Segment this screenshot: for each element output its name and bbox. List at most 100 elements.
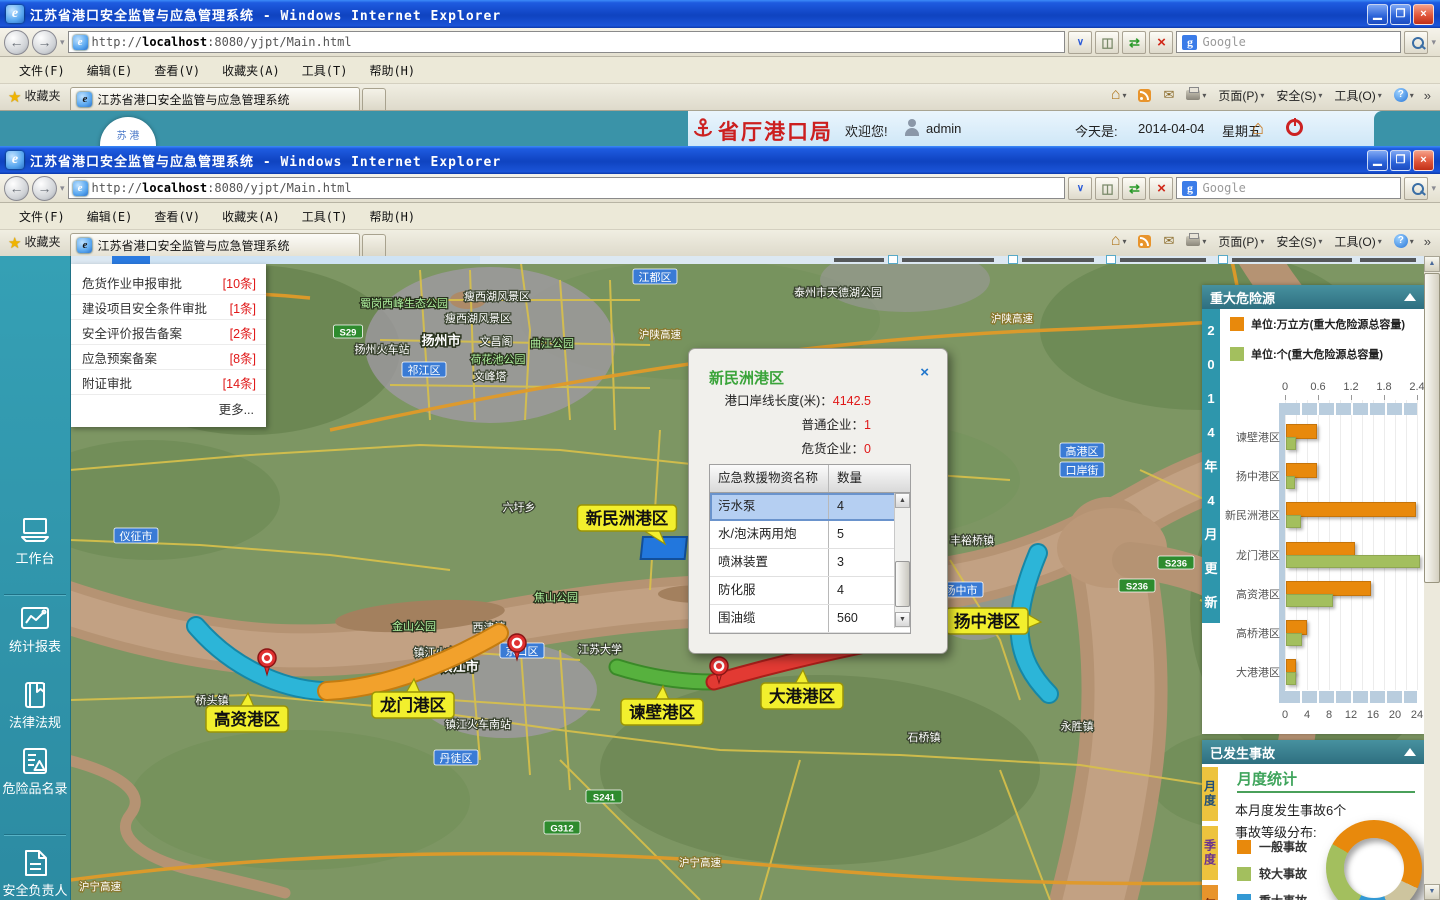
search-button[interactable]: [1404, 31, 1428, 54]
page-menu-button[interactable]: 页面(P)▾: [1213, 84, 1269, 107]
menu-edit[interactable]: 编辑(E): [76, 58, 144, 83]
maximize-button[interactable]: ❐: [1390, 150, 1411, 171]
print-button[interactable]: ▾: [1181, 233, 1211, 249]
print-button[interactable]: ▾: [1181, 87, 1211, 103]
close-button[interactable]: ×: [1413, 4, 1434, 25]
search-box[interactable]: g Google: [1176, 177, 1401, 199]
bar-orange[interactable]: [1286, 502, 1416, 517]
new-tab-stub[interactable]: [362, 88, 386, 110]
scroll-thumb[interactable]: [1424, 273, 1440, 583]
new-tab-stub[interactable]: [362, 234, 386, 256]
forward-button[interactable]: →: [32, 30, 57, 55]
menu-file[interactable]: 文件(F): [8, 204, 76, 229]
layer-checkbox[interactable]: [1218, 255, 1228, 264]
stop-button[interactable]: ×: [1149, 31, 1173, 54]
more-commands-chevron[interactable]: »: [1421, 88, 1434, 103]
todo-item-3[interactable]: 安全评价报告备案[2条]: [70, 320, 266, 345]
menu-edit[interactable]: 编辑(E): [76, 204, 144, 229]
rss-button[interactable]: [1133, 232, 1156, 251]
search-button[interactable]: [1404, 177, 1428, 200]
collapse-arrow-icon[interactable]: [1404, 748, 1416, 756]
favorites-label[interactable]: 收藏夹: [24, 233, 60, 250]
sidebar-item-3[interactable]: 法律法规: [0, 680, 70, 731]
search-dropdown-icon[interactable]: ▾: [1431, 183, 1436, 194]
address-dropdown-button[interactable]: ∨: [1068, 31, 1092, 54]
minimize-button[interactable]: ▁: [1367, 4, 1388, 25]
table-scroll-thumb[interactable]: [895, 561, 910, 607]
table-scrollbar[interactable]: ▲▼: [894, 493, 910, 628]
table-row[interactable]: 围油缆560: [710, 605, 910, 633]
title-bar[interactable]: e 江苏省港口安全监管与应急管理系统 - Windows Internet Ex…: [0, 0, 1440, 28]
layer-checkbox[interactable]: [1106, 255, 1116, 264]
bar-green[interactable]: [1286, 515, 1301, 528]
hazard-panel-header[interactable]: 重大危险源: [1202, 285, 1424, 309]
scroll-up-button[interactable]: ▲: [1424, 256, 1440, 272]
scroll-down-button[interactable]: ▼: [1424, 884, 1440, 900]
sidebar-item-5[interactable]: 安全负责人联系方式: [0, 848, 70, 900]
compatibility-view-button[interactable]: ◫: [1095, 31, 1119, 54]
period-tab-3[interactable]: 年度: [1202, 885, 1218, 900]
home-shortcut-icon[interactable]: ⌂: [1252, 117, 1264, 140]
period-tab-2[interactable]: 季度: [1202, 826, 1218, 880]
collapse-arrow-icon[interactable]: [1404, 293, 1416, 301]
accidents-panel-header[interactable]: 已发生事故: [1202, 740, 1424, 764]
bar-green[interactable]: [1286, 476, 1295, 489]
layer-checkbox[interactable]: [1008, 255, 1018, 264]
address-dropdown-button[interactable]: ∨: [1068, 177, 1092, 200]
table-row[interactable]: 防化服4: [710, 577, 910, 605]
port-label[interactable]: 扬中港区: [946, 608, 1041, 634]
menu-help[interactable]: 帮助(H): [358, 204, 426, 229]
compatibility-view-button[interactable]: ◫: [1095, 177, 1119, 200]
search-box[interactable]: g Google: [1176, 31, 1401, 53]
home-button[interactable]: ⌂▾: [1106, 85, 1132, 105]
menu-view[interactable]: 查看(V): [143, 58, 211, 83]
minimize-button[interactable]: ▁: [1367, 150, 1388, 171]
menu-file[interactable]: 文件(F): [8, 58, 76, 83]
popup-close-icon[interactable]: ×: [920, 365, 929, 380]
browser-tab[interactable]: e 江苏省港口安全监管与应急管理系统: [70, 233, 360, 256]
back-button[interactable]: ←: [4, 30, 29, 55]
stop-button[interactable]: ×: [1149, 177, 1173, 200]
close-button[interactable]: ×: [1413, 150, 1434, 171]
bar-green[interactable]: [1286, 437, 1296, 450]
mail-button[interactable]: ✉: [1158, 230, 1179, 252]
todo-item-2[interactable]: 建设项目安全条件审批[1条]: [70, 295, 266, 320]
bar-green[interactable]: [1286, 594, 1333, 607]
logout-power-icon[interactable]: [1286, 119, 1303, 136]
help-button[interactable]: ?▾: [1389, 231, 1419, 251]
menu-view[interactable]: 查看(V): [143, 204, 211, 229]
maximize-button[interactable]: ❐: [1390, 4, 1411, 25]
home-button[interactable]: ⌂▾: [1106, 231, 1132, 251]
history-dropdown-icon[interactable]: ▾: [60, 183, 65, 194]
sidebar-item-1[interactable]: 工作台: [0, 516, 70, 567]
menu-favorites[interactable]: 收藏夹(A): [211, 58, 291, 83]
page-menu-button[interactable]: 页面(P)▾: [1213, 230, 1269, 253]
tools-menu-button[interactable]: 工具(O)▾: [1329, 84, 1386, 107]
table-scroll-down[interactable]: ▼: [895, 612, 910, 627]
todo-item-4[interactable]: 应急预案备案[8条]: [70, 345, 266, 370]
more-commands-chevron[interactable]: »: [1421, 234, 1434, 249]
history-dropdown-icon[interactable]: ▾: [60, 37, 65, 48]
forward-button[interactable]: →: [32, 176, 57, 201]
favorites-star-icon[interactable]: ★: [8, 88, 21, 106]
favorites-star-icon[interactable]: ★: [8, 234, 21, 252]
refresh-button[interactable]: ⇄: [1122, 177, 1146, 200]
sidebar-item-4[interactable]: 危险品名录: [0, 746, 70, 797]
period-tab-1[interactable]: 月度: [1202, 767, 1218, 821]
help-button[interactable]: ?▾: [1389, 85, 1419, 105]
address-bar[interactable]: e http://localhost:8080/yjpt/Main.html: [68, 31, 1066, 53]
back-button[interactable]: ←: [4, 176, 29, 201]
table-row[interactable]: 污水泵4: [710, 493, 910, 521]
todo-item-1[interactable]: 危货作业申报审批[10条]: [70, 270, 266, 295]
table-scroll-up[interactable]: ▲: [895, 493, 910, 508]
table-row[interactable]: 水/泡沫两用炮5: [710, 521, 910, 549]
address-bar[interactable]: e http://localhost:8080/yjpt/Main.html: [68, 177, 1066, 199]
bar-green[interactable]: [1286, 633, 1302, 646]
title-bar[interactable]: e 江苏省港口安全监管与应急管理系统 - Windows Internet Ex…: [0, 146, 1440, 174]
refresh-button[interactable]: ⇄: [1122, 31, 1146, 54]
search-dropdown-icon[interactable]: ▾: [1431, 37, 1436, 48]
browser-tab[interactable]: e 江苏省港口安全监管与应急管理系统: [70, 87, 360, 110]
bar-green[interactable]: [1286, 672, 1296, 685]
todo-item-5[interactable]: 附证审批[14条]: [70, 370, 266, 395]
menu-tools[interactable]: 工具(T): [291, 204, 359, 229]
